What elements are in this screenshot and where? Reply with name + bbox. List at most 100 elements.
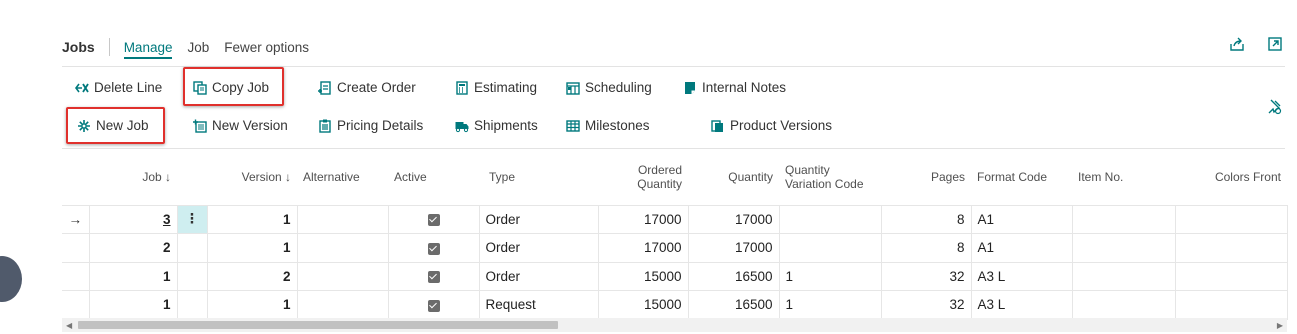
row-selector[interactable] [62,290,90,320]
cell-item-no[interactable] [1071,261,1176,291]
new-job-button[interactable]: New Job [77,118,149,133]
col-alternative[interactable]: Alternative [297,149,388,205]
row-selector[interactable] [62,261,90,291]
cell-qvc[interactable] [778,233,882,263]
table-row[interactable]: → 3 ⋮ 1 Order 17000 17000 8 A1 [62,204,1288,234]
cell-type[interactable]: Order [478,204,599,234]
cell-alternative[interactable] [296,261,389,291]
col-item-no[interactable]: Item No. [1072,149,1175,205]
product-versions-button[interactable]: Product Versions [711,118,832,133]
cell-pages[interactable]: 8 [880,204,972,234]
job-link[interactable]: 3 [163,212,171,227]
cell-active[interactable] [387,290,480,320]
col-type[interactable]: Type [479,149,598,205]
shipments-button[interactable]: Shipments [455,118,538,133]
active-checkbox[interactable] [427,242,440,255]
cell-qvc[interactable] [778,204,882,234]
cell-item-no[interactable] [1071,290,1176,320]
cell-quantity[interactable]: 16500 [687,261,780,291]
cell-colors-front[interactable] [1174,290,1288,320]
cell-job[interactable]: 1 [88,261,178,291]
cell-colors-front[interactable] [1174,261,1288,291]
table-row[interactable]: 1 2 Order 15000 16500 1 32 A3 L [62,261,1288,291]
tab-job[interactable]: Job [187,40,209,55]
cell-ordered-quantity[interactable]: 15000 [597,261,689,291]
col-job[interactable]: Job ↓ [89,149,177,205]
cell-job[interactable]: 3 [88,204,178,234]
cell-alternative[interactable] [296,204,389,234]
active-checkbox[interactable] [427,271,440,284]
row-actions-icon[interactable]: ⋮ [176,204,208,234]
col-active[interactable]: Active [388,149,479,205]
scroll-thumb[interactable] [78,321,558,329]
new-version-button[interactable]: New Version [193,118,288,133]
col-quantity[interactable]: Quantity [688,149,779,205]
col-ordered-quantity[interactable]: Ordered Quantity [598,149,688,205]
active-checkbox[interactable] [427,214,440,227]
cell-item-no[interactable] [1071,233,1176,263]
open-new-window-icon[interactable] [1267,36,1283,52]
col-colors-front[interactable]: Colors Front [1175,149,1287,205]
milestones-button[interactable]: Milestones [566,118,650,133]
cell-quantity[interactable]: 16500 [687,290,780,320]
internal-notes-button[interactable]: Internal Notes [683,80,786,95]
row-actions[interactable] [176,290,208,320]
cell-pages[interactable]: 32 [880,261,972,291]
cell-alternative[interactable] [296,233,389,263]
cell-qvc[interactable]: 1 [778,290,882,320]
tab-manage[interactable]: Manage [123,40,172,59]
active-checkbox[interactable] [427,299,440,312]
row-actions[interactable] [176,233,208,263]
cell-ordered-quantity[interactable]: 17000 [597,233,689,263]
scroll-left-icon[interactable]: ◀ [66,321,72,330]
cell-active[interactable] [387,204,480,234]
cell-pages[interactable]: 8 [880,233,972,263]
cell-version[interactable]: 1 [206,290,298,320]
cell-type[interactable]: Order [478,233,599,263]
pricing-details-button[interactable]: Pricing Details [318,118,423,133]
cell-colors-front[interactable] [1174,204,1288,234]
cell-format-code[interactable]: A1 [970,204,1073,234]
cell-alternative[interactable] [296,290,389,320]
horizontal-scrollbar[interactable]: ◀ ▶ [62,318,1287,332]
cell-active[interactable] [387,233,480,263]
share-icon[interactable] [1229,36,1245,52]
scroll-right-icon[interactable]: ▶ [1277,321,1283,330]
scheduling-button[interactable]: Scheduling [566,80,652,95]
cell-type[interactable]: Request [478,290,599,320]
cell-pages[interactable]: 32 [880,290,972,320]
tab-fewer-options[interactable]: Fewer options [224,40,309,55]
cell-active[interactable] [387,261,480,291]
create-order-button[interactable]: Create Order [318,80,416,95]
cell-format-code[interactable]: A3 L [970,290,1073,320]
cell-format-code[interactable]: A3 L [970,261,1073,291]
col-format-code[interactable]: Format Code [971,149,1072,205]
delete-line-button[interactable]: Delete Line [75,80,162,95]
cell-ordered-quantity[interactable]: 17000 [597,204,689,234]
cell-quantity[interactable]: 17000 [687,233,780,263]
table-row[interactable]: 2 1 Order 17000 17000 8 A1 [62,233,1288,263]
col-qvc-line2: Variation Code [785,176,864,191]
row-actions[interactable] [176,261,208,291]
col-pages[interactable]: Pages [881,149,971,205]
row-selector[interactable] [62,233,90,263]
cell-version[interactable]: 1 [206,233,298,263]
estimating-button[interactable]: Estimating [455,80,537,95]
cell-format-code[interactable]: A1 [970,233,1073,263]
table-row[interactable]: 1 1 Request 15000 16500 1 32 A3 L [62,290,1288,320]
pin-icon[interactable] [1265,98,1283,116]
cell-job[interactable]: 2 [88,233,178,263]
col-version[interactable]: Version ↓ [207,149,297,205]
cell-colors-front[interactable] [1174,233,1288,263]
cell-version[interactable]: 2 [206,261,298,291]
cell-type[interactable]: Order [478,261,599,291]
cell-job[interactable]: 1 [88,290,178,320]
cell-version[interactable]: 1 [206,204,298,234]
col-quantity-variation-code[interactable]: Quantity Variation Code [779,149,881,205]
cell-item-no[interactable] [1071,204,1176,234]
cell-ordered-quantity[interactable]: 15000 [597,290,689,320]
cell-quantity[interactable]: 17000 [687,204,780,234]
cell-qvc[interactable]: 1 [778,261,882,291]
copy-job-button[interactable]: Copy Job [193,80,269,95]
row-current-arrow-icon: → [62,204,90,234]
